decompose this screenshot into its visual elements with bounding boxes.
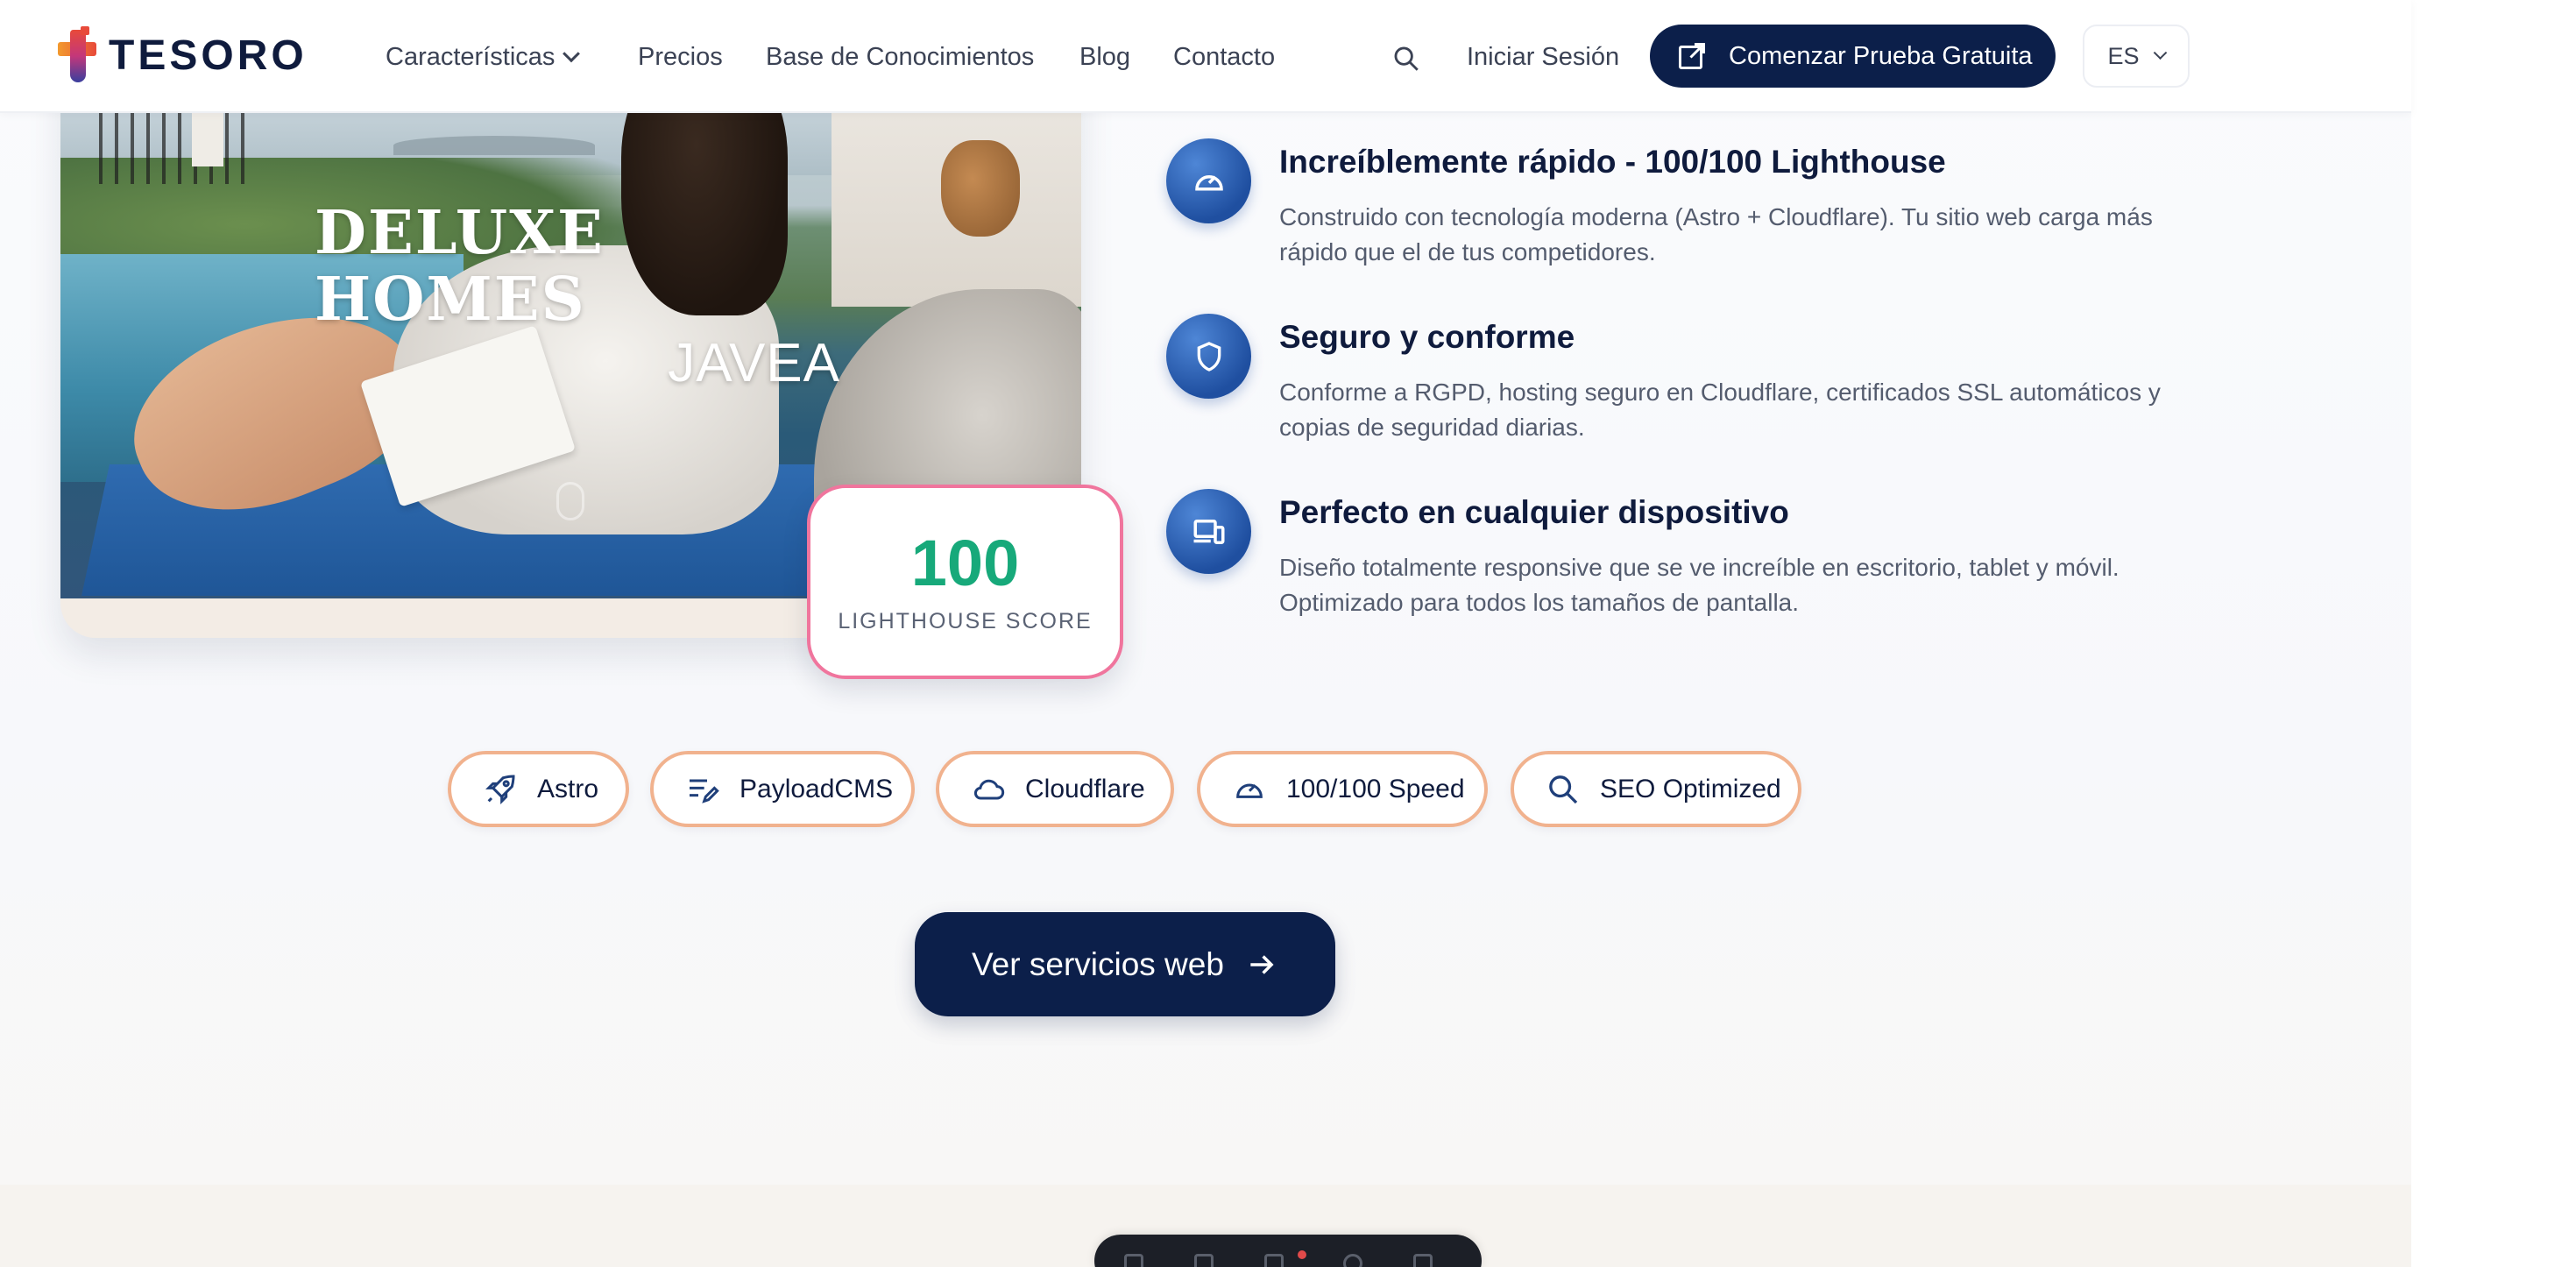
feature-title: Increíblemente rápido - 100/100 Lighthou…: [1279, 144, 1946, 180]
start-trial-label: Comenzar Prueba Gratuita: [1729, 41, 2033, 70]
toolbar-tool-icon[interactable]: [1413, 1254, 1433, 1267]
brand-overlay: DELUXE HOMES JAVEA: [315, 200, 840, 394]
pill-cloudflare[interactable]: Cloudflare: [936, 751, 1174, 827]
search-icon: [1549, 775, 1578, 803]
nav-item-blog[interactable]: Blog: [1079, 35, 1130, 79]
rocket-icon: [485, 774, 515, 804]
brand-subtitle: JAVEA: [668, 333, 840, 393]
nav-item-caracteristicas[interactable]: Características: [386, 35, 581, 79]
toolbar-tool-icon[interactable]: [1343, 1254, 1362, 1267]
pill-label: Cloudflare: [1025, 774, 1145, 803]
language-selector[interactable]: ES: [2083, 25, 2190, 88]
feature-title: Seguro y conforme: [1279, 319, 1575, 355]
site-header: TESORO Características Precios Base de C…: [0, 0, 2411, 113]
pill-payloadcms[interactable]: PayloadCMS: [650, 751, 915, 827]
feature-responsive: Perfecto en cualquier dispositivo Diseño…: [1166, 489, 2270, 629]
start-trial-button[interactable]: Comenzar Prueba Gratuita: [1650, 25, 2056, 88]
score-label: LIGHTHOUSE SCORE: [838, 609, 1093, 634]
logo-mark-icon: [58, 26, 96, 84]
pill-seo[interactable]: SEO Optimized: [1511, 751, 1801, 827]
brand-title: DELUXE HOMES: [315, 198, 605, 335]
right-gutter: [2411, 0, 2576, 1267]
edit-list-icon: [690, 779, 719, 803]
feature-description: Diseño totalmente responsive que se ve i…: [1279, 554, 2120, 616]
arrow-right-icon: [1250, 954, 1274, 974]
search-icon[interactable]: [1391, 44, 1421, 74]
cloud-icon: [973, 779, 1005, 799]
feature-speed: Increíblemente rápido - 100/100 Lighthou…: [1166, 138, 2270, 279]
web-services-label: Ver servicios web: [972, 945, 1224, 982]
feature-description: Conforme a RGPD, hosting seguro en Cloud…: [1279, 379, 2161, 441]
scroll-hint-icon: [556, 482, 584, 520]
lighthouse-score-badge: 100 LIGHTHOUSE SCORE: [807, 485, 1123, 679]
feature-security: Seguro y conforme Conforme a RGPD, hosti…: [1166, 314, 2270, 454]
pill-label: 100/100 Speed: [1286, 774, 1465, 803]
pill-label: PayloadCMS: [740, 774, 894, 803]
toolbar-tool-icon[interactable]: [1264, 1254, 1284, 1267]
chevron-down-icon: [563, 45, 581, 63]
feature-description: Construido con tecnología moderna (Astro…: [1279, 203, 2153, 265]
web-services-button[interactable]: Ver servicios web: [915, 912, 1335, 1016]
external-link-icon: [1679, 43, 1705, 69]
nav-item-precios[interactable]: Precios: [638, 35, 723, 79]
pill-label: Astro: [537, 774, 599, 803]
logo[interactable]: TESORO: [58, 26, 308, 84]
shield-icon: [1166, 314, 1251, 399]
toolbar-tool-icon[interactable]: [1194, 1254, 1214, 1267]
score-value: 100: [910, 527, 1020, 599]
language-label: ES: [2107, 42, 2140, 69]
pill-label: SEO Optimized: [1600, 774, 1781, 803]
login-link[interactable]: Iniciar Sesión: [1467, 35, 1619, 79]
devices-icon: [1166, 489, 1251, 574]
chevron-down-icon: [2153, 45, 2167, 60]
speedometer-icon: [1166, 138, 1251, 223]
toolbar-tool-icon[interactable]: [1124, 1254, 1143, 1267]
editor-toolbar[interactable]: [1094, 1235, 1482, 1267]
feature-title: Perfecto en cualquier dispositivo: [1279, 494, 1789, 530]
pill-astro[interactable]: Astro: [448, 751, 629, 827]
nav-item-contacto[interactable]: Contacto: [1173, 35, 1275, 79]
nav-item-label: Características: [386, 43, 556, 71]
pill-speed[interactable]: 100/100 Speed: [1197, 751, 1488, 827]
notification-dot: [1298, 1250, 1306, 1259]
speedometer-icon: [1236, 783, 1263, 798]
nav-item-base-conocimientos[interactable]: Base de Conocimientos: [766, 35, 1034, 79]
logo-text: TESORO: [109, 32, 308, 79]
